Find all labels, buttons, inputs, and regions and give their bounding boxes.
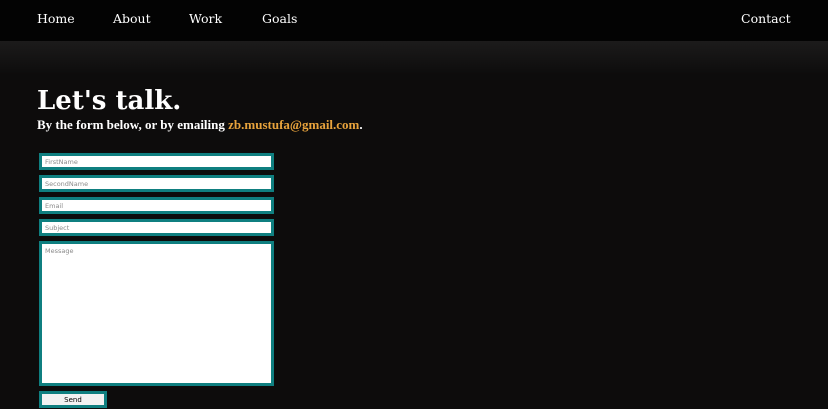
nav-link-contact[interactable]: Contact (741, 11, 791, 26)
first-name-input[interactable] (39, 153, 274, 170)
page-heading: Let's talk. (37, 86, 182, 116)
second-name-input[interactable] (39, 175, 274, 192)
email-input[interactable] (39, 197, 274, 214)
top-navbar: Home About Work Goals Contact (0, 0, 828, 41)
subtitle-period: . (359, 117, 363, 132)
send-button[interactable]: Send (39, 391, 107, 408)
subject-input[interactable] (39, 219, 274, 236)
subtitle-text: By the form below, or by emailing (37, 117, 229, 132)
contact-subtitle: By the form below, or by emailing zb.mus… (37, 117, 363, 132)
navbar-shadow (0, 41, 828, 75)
message-textarea[interactable] (39, 241, 274, 386)
nav-link-work[interactable]: Work (189, 11, 222, 26)
nav-link-home[interactable]: Home (37, 11, 75, 26)
nav-link-goals[interactable]: Goals (262, 11, 297, 26)
email-link[interactable]: zb.mustufa@gmail.com (228, 117, 359, 132)
nav-link-about[interactable]: About (113, 11, 151, 26)
